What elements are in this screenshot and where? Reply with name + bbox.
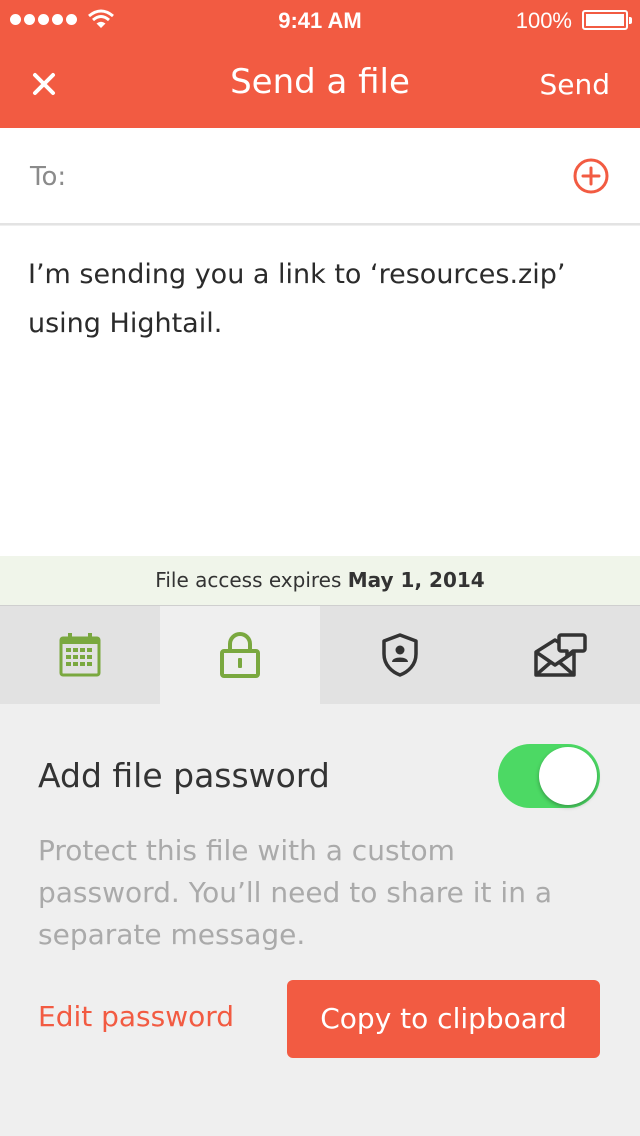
password-panel: Add file password Protect this file with…: [0, 704, 640, 1136]
tab-password[interactable]: [160, 606, 320, 704]
tab-notification[interactable]: [480, 606, 640, 704]
send-button[interactable]: Send: [539, 68, 610, 101]
expiry-prefix: File access expires: [155, 568, 342, 592]
lock-icon: [220, 632, 260, 678]
calendar-icon: [59, 633, 101, 677]
envelope-comment-icon: [534, 633, 587, 677]
message-body[interactable]: I’m sending you a link to ‘resources.zip…: [0, 226, 640, 556]
battery-icon: [582, 10, 632, 30]
to-label: To:: [30, 162, 67, 192]
tab-verify-recipient[interactable]: [320, 606, 480, 704]
status-bar: 9:41 AM 100%: [0, 0, 640, 40]
option-tabs: [0, 606, 640, 704]
toggle-knob: [539, 747, 597, 805]
edit-password-link[interactable]: Edit password: [38, 1000, 234, 1033]
header: 9:41 AM 100% Send a file Send: [0, 0, 640, 128]
tab-expiration[interactable]: [0, 606, 160, 704]
password-title: Add file password: [38, 756, 330, 795]
battery-percentage: 100%: [515, 8, 572, 33]
password-toggle[interactable]: [498, 744, 600, 808]
add-recipient-icon[interactable]: [572, 157, 610, 195]
shield-user-icon: [382, 633, 418, 677]
expiry-banner: File access expires May 1, 2014: [0, 556, 640, 606]
password-description: Protect this file with a custom password…: [38, 834, 552, 951]
recipient-field[interactable]: To:: [0, 128, 640, 225]
expiry-date: May 1, 2014: [347, 568, 485, 592]
copy-to-clipboard-button[interactable]: Copy to clipboard: [287, 980, 600, 1058]
